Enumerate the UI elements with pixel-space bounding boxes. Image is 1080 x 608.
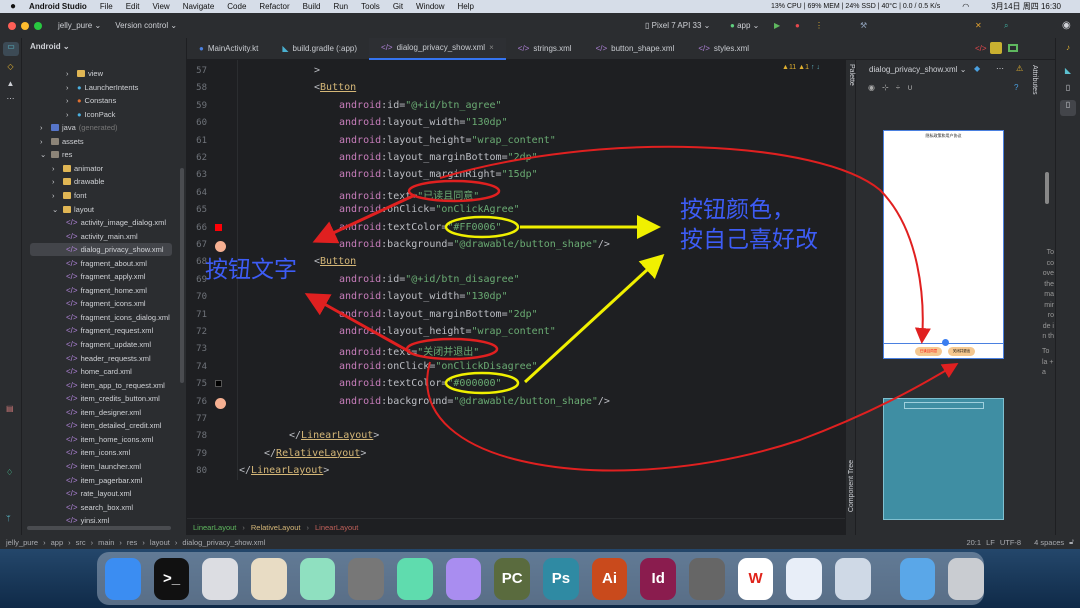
highlight-agree-text: [407, 179, 501, 203]
annotation-button-text: 按钮文字: [205, 256, 297, 282]
arrow-text-1: [312, 193, 416, 244]
highlight-agree-color: [444, 215, 520, 239]
highlight-disagree-color: [444, 371, 520, 395]
arrow-to-preview-disagree: [426, 361, 959, 472]
annotation-button-color-2: 按自己喜好改: [680, 226, 818, 252]
highlight-disagree-text: [405, 337, 499, 361]
arrow-color-2: [523, 253, 665, 384]
annotation-button-color-1: 按钮颜色，: [680, 196, 795, 222]
annotation-overlay: [304, 145, 959, 472]
arrow-text-2: [304, 293, 411, 354]
